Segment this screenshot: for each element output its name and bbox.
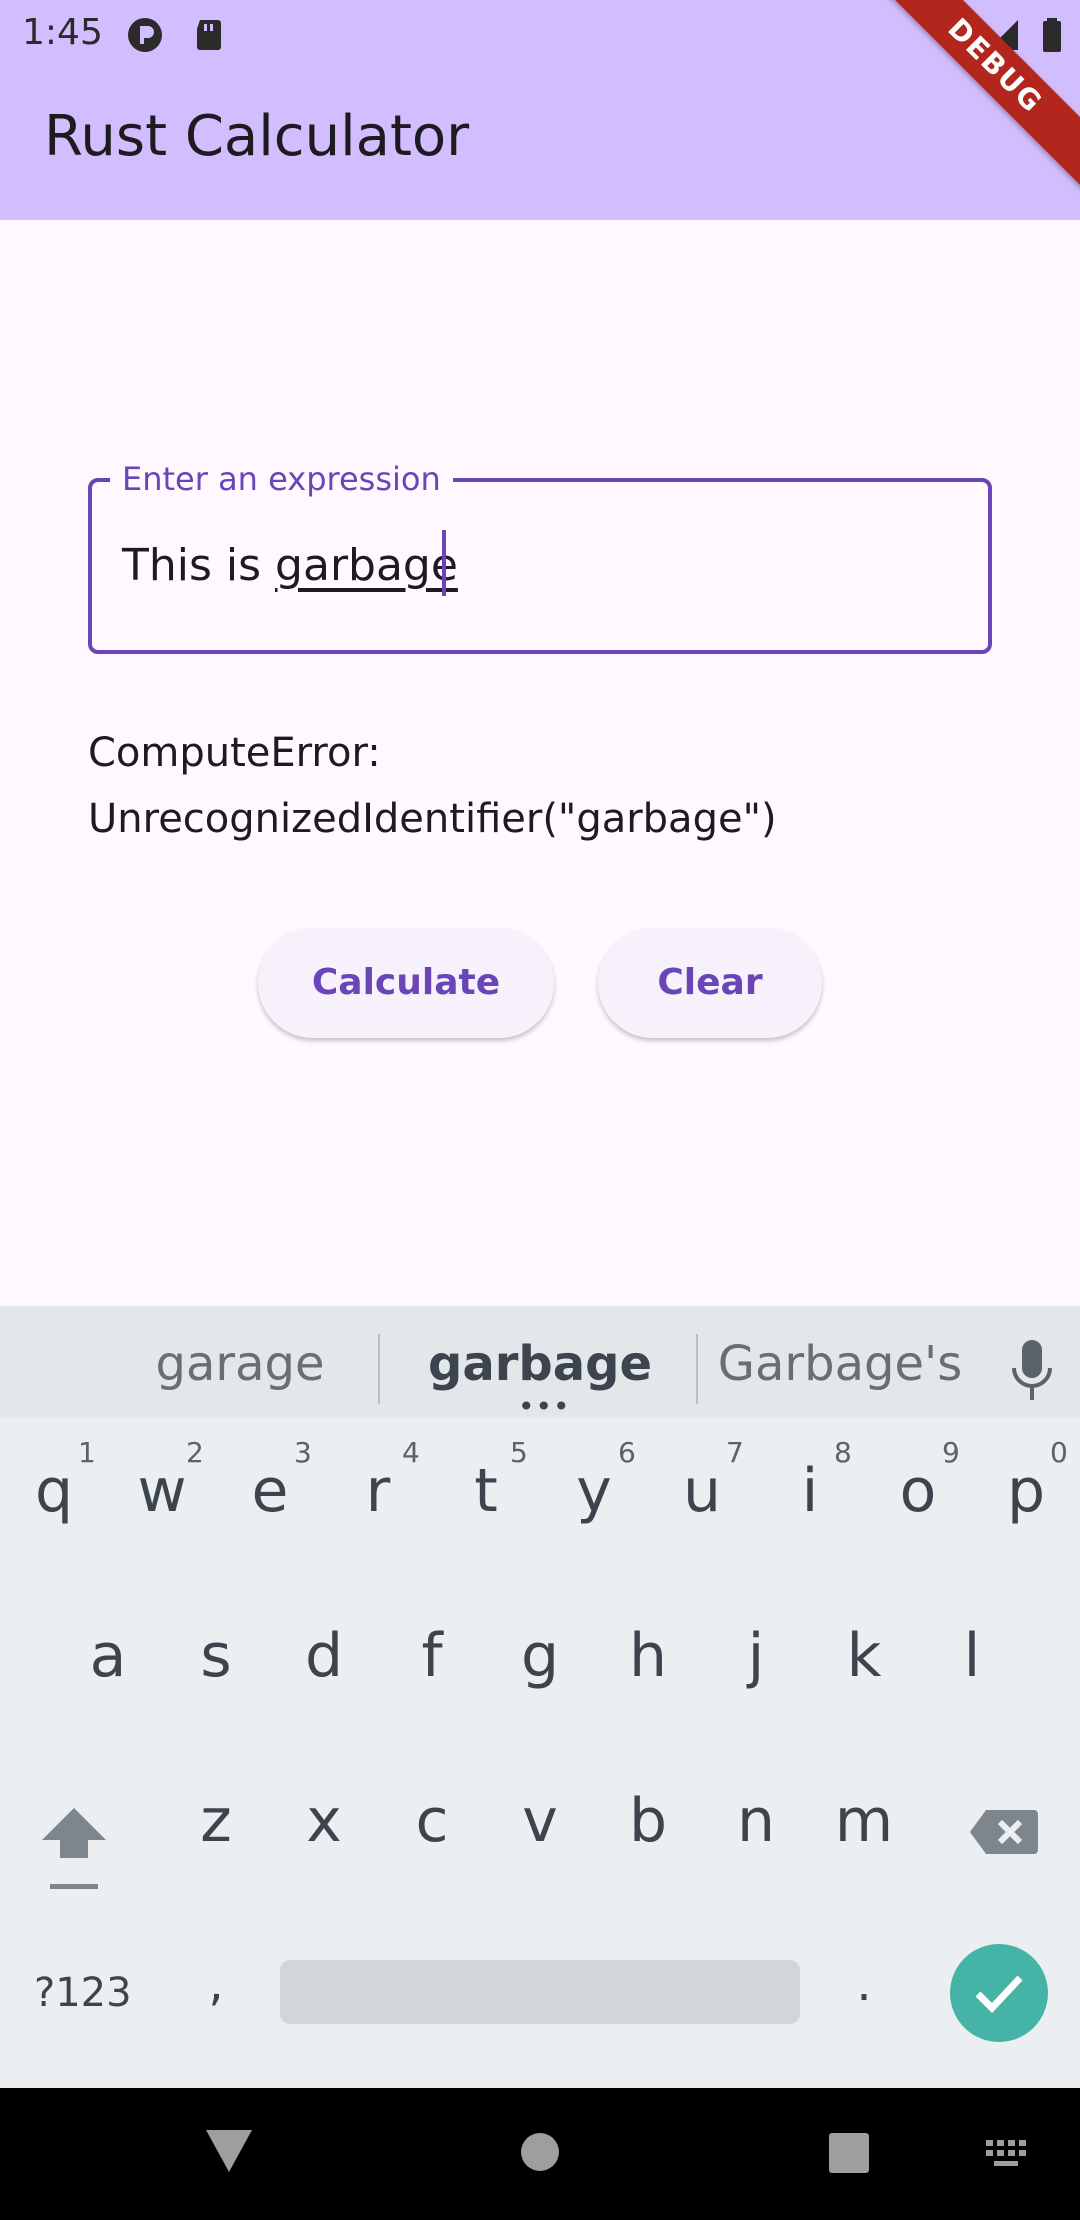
key-hint-7: 7: [726, 1436, 744, 1469]
key-h[interactable]: h: [594, 1621, 702, 1691]
period-key[interactable]: .: [810, 1956, 918, 2012]
backspace-icon[interactable]: [970, 1802, 1038, 1862]
text-cursor: [442, 530, 446, 596]
key-f[interactable]: f: [378, 1621, 486, 1691]
expression-input-value[interactable]: This is garbage: [122, 540, 458, 591]
recents-icon[interactable]: [828, 2132, 870, 2174]
key-l[interactable]: l: [918, 1621, 1026, 1691]
battery-icon: [1043, 18, 1061, 52]
shift-icon[interactable]: [40, 1802, 108, 1896]
key-hint-2: 2: [186, 1436, 204, 1469]
more-suggestions-icon[interactable]: •••: [518, 1393, 571, 1421]
key-hint-8: 8: [834, 1436, 852, 1469]
key-c[interactable]: c: [378, 1786, 486, 1856]
comma-key[interactable]: ,: [162, 1956, 270, 2012]
key-hint-4: 4: [402, 1436, 420, 1469]
key-hint-9: 9: [942, 1436, 960, 1469]
key-hint-3: 3: [294, 1436, 312, 1469]
sd-card-icon: [197, 20, 221, 50]
key-j[interactable]: j: [702, 1621, 810, 1691]
key-hint-1: 1: [78, 1436, 96, 1469]
microphone-icon[interactable]: [1008, 1338, 1056, 1402]
result-text: ComputeError: UnrecognizedIdentifier("ga…: [88, 720, 968, 852]
back-icon[interactable]: [204, 2128, 254, 2174]
expression-value-prefix: This is: [122, 540, 276, 591]
key-x[interactable]: x: [270, 1786, 378, 1856]
keyboard-switch-icon[interactable]: [984, 2138, 1028, 2168]
suggestion-strip: garage garbage Garbage's •••: [0, 1306, 1080, 1421]
home-icon[interactable]: [520, 2132, 560, 2172]
key-hint-5: 5: [510, 1436, 528, 1469]
key-m[interactable]: m: [810, 1786, 918, 1856]
calculate-button[interactable]: Calculate: [258, 928, 554, 1038]
key-hint-6: 6: [618, 1436, 636, 1469]
key-g[interactable]: g: [486, 1621, 594, 1691]
suggestion-1[interactable]: garage: [90, 1336, 390, 1392]
status-time: 1:45: [22, 12, 103, 53]
suggestion-2[interactable]: garbage: [390, 1336, 690, 1392]
key-b[interactable]: b: [594, 1786, 702, 1856]
key-v[interactable]: v: [486, 1786, 594, 1856]
key-hint-0: 0: [1050, 1436, 1068, 1469]
app-notification-icon: [128, 18, 162, 52]
navigation-bar: [0, 2088, 1080, 2220]
key-z[interactable]: z: [162, 1786, 270, 1856]
key-n[interactable]: n: [702, 1786, 810, 1856]
key-k[interactable]: k: [810, 1621, 918, 1691]
suggestion-divider: [378, 1334, 380, 1404]
key-d[interactable]: d: [270, 1621, 378, 1691]
space-bar[interactable]: [280, 1960, 800, 2024]
app-title: Rust Calculator: [44, 104, 470, 169]
suggestion-3[interactable]: Garbage's: [690, 1336, 990, 1392]
key-s[interactable]: s: [162, 1621, 270, 1691]
result-line-1: ComputeError:: [88, 730, 381, 776]
clear-button[interactable]: Clear: [598, 928, 822, 1038]
expression-value-composing-word: garbage: [275, 540, 458, 591]
checkmark-icon: [975, 1975, 1023, 2014]
soft-keyboard: garage garbage Garbage's ••• q1w2e3r4t5y…: [0, 1306, 1080, 2088]
key-a[interactable]: a: [54, 1621, 162, 1691]
result-line-2: UnrecognizedIdentifier("garbage"): [88, 796, 777, 842]
expression-input-label: Enter an expression: [110, 460, 453, 498]
symbols-key[interactable]: ?123: [34, 1970, 132, 2016]
enter-key[interactable]: [950, 1944, 1048, 2042]
app-bar: 1:45 Rust Calculator DEBUG: [0, 0, 1080, 220]
